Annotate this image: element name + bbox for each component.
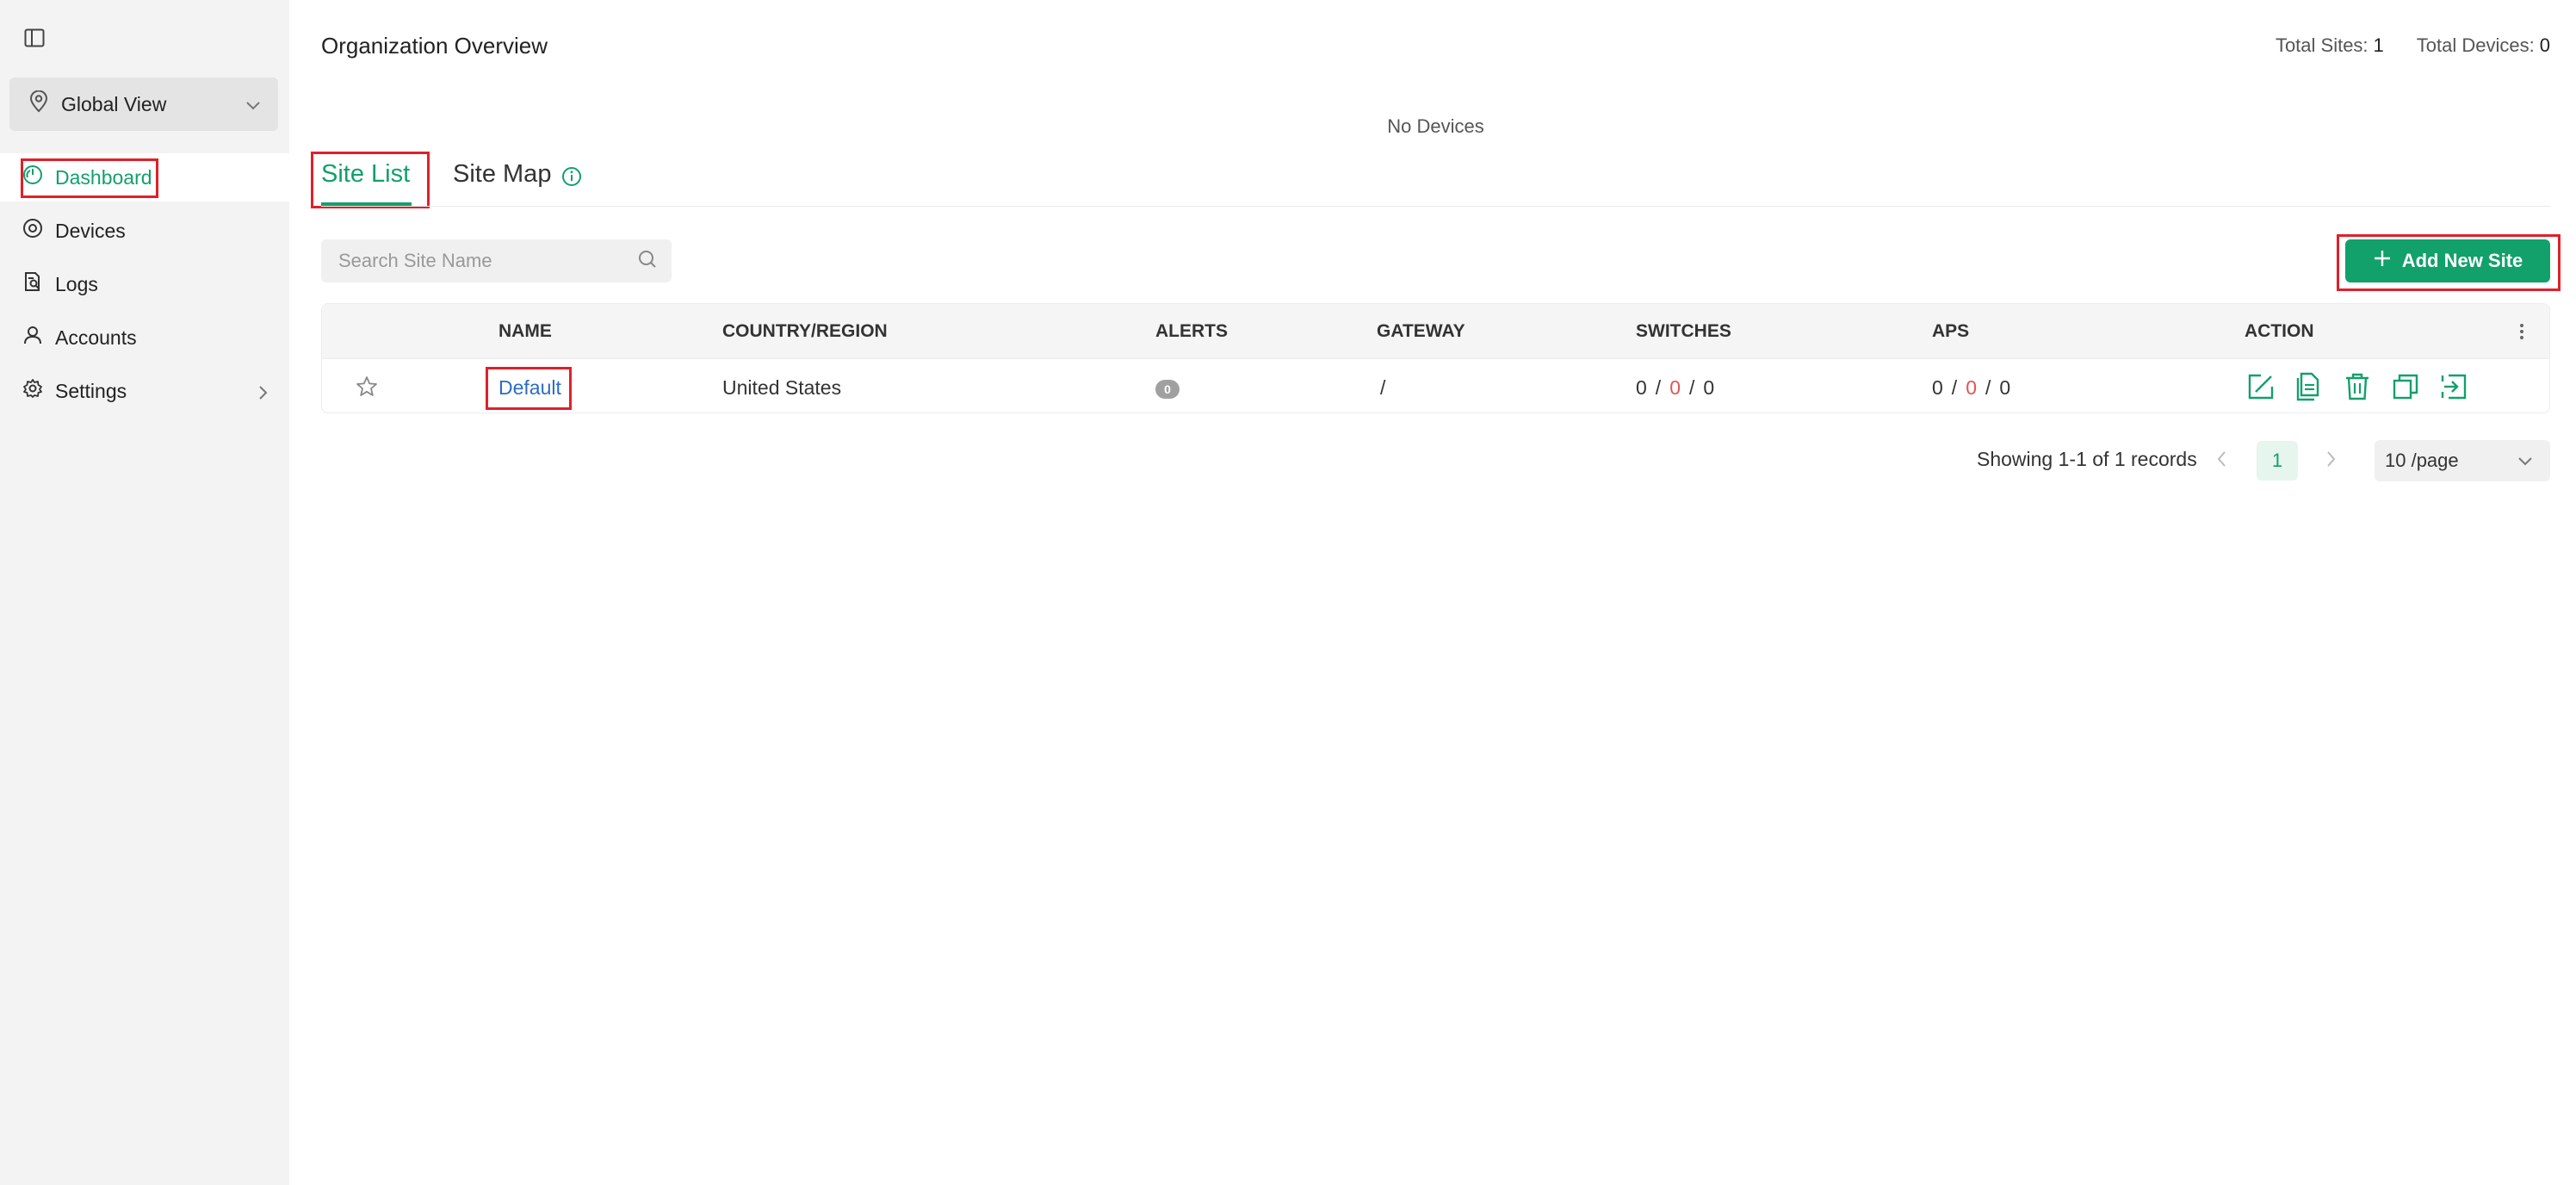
tab-site-map[interactable]: Site Map — [453, 160, 582, 203]
total-devices: Total Devices: 0 — [2416, 34, 2550, 56]
no-devices-text: No Devices — [1387, 115, 1484, 137]
page-size-select[interactable]: 10 /page — [2375, 440, 2550, 481]
tab-label: Site Map — [453, 160, 552, 188]
column-header-name[interactable]: NAME — [498, 321, 552, 342]
column-header-gateway[interactable]: GATEWAY — [1377, 321, 1465, 342]
chevron-down-icon — [2517, 450, 2533, 472]
add-new-site-button[interactable]: Add New Site — [2345, 239, 2550, 282]
tab-label: Site List — [321, 160, 411, 188]
sidebar-item-label: Devices — [55, 219, 126, 242]
site-aps: 0/0/0 — [1932, 376, 2011, 399]
site-gateway: / — [1380, 376, 1386, 399]
sidebar-item-label: Dashboard — [55, 165, 152, 189]
user-icon — [22, 325, 43, 351]
alerts-badge[interactable]: 0 — [1155, 380, 1180, 399]
scope-select-label: Global View — [61, 92, 167, 115]
site-switches: 0/0/0 — [1636, 376, 1715, 399]
column-header-action: ACTION — [2245, 321, 2314, 341]
plus-icon — [2373, 249, 2392, 273]
sidebar-item-dashboard[interactable]: Dashboard — [0, 153, 289, 202]
row-actions — [2245, 371, 2469, 402]
site-table: NAME COUNTRY/REGION ALERTS GATEWAY SWITC… — [321, 303, 2550, 413]
enter-site-icon[interactable] — [2438, 371, 2469, 402]
scope-select[interactable]: Global View — [9, 78, 278, 131]
logs-icon — [22, 271, 43, 297]
site-alerts: 0 — [1155, 376, 1180, 400]
pagination-info: Showing 1-1 of 1 records — [1977, 448, 2197, 470]
document-icon[interactable] — [2294, 371, 2325, 402]
total-sites: Total Sites: 1 — [2275, 34, 2384, 56]
page-title: Organization Overview — [321, 33, 548, 59]
location-pin-icon — [28, 90, 49, 118]
add-new-site-label: Add New Site — [2401, 250, 2523, 271]
copy-icon[interactable] — [2390, 371, 2421, 402]
aps-offline: 0 — [1966, 376, 1977, 399]
totals-summary: Total Sites: 1 Total Devices: 0 — [2276, 34, 2550, 57]
prev-page-icon[interactable] — [2216, 450, 2228, 474]
sidebar-item-settings[interactable]: Settings — [0, 367, 289, 415]
aps-total: 0 — [1999, 376, 2011, 399]
dashboard-icon — [22, 164, 43, 190]
switches-online: 0 — [1636, 376, 1647, 399]
search-input[interactable] — [338, 250, 637, 272]
search-icon[interactable] — [637, 249, 658, 274]
site-name-link[interactable]: Default — [498, 376, 561, 400]
table-header: NAME COUNTRY/REGION ALERTS GATEWAY SWITC… — [322, 304, 2549, 359]
column-header-country[interactable]: COUNTRY/REGION — [722, 321, 888, 342]
devices-icon — [22, 218, 43, 244]
table-row: Default United States 0 / 0/0/0 0/0/0 — [322, 359, 2549, 413]
gear-icon — [22, 378, 43, 404]
page-number-current[interactable]: 1 — [2257, 441, 2298, 481]
chevron-down-icon — [245, 93, 261, 116]
favorite-star-icon[interactable] — [355, 375, 379, 403]
column-header-aps[interactable]: APS — [1932, 321, 1969, 342]
column-header-switches[interactable]: SWITCHES — [1636, 321, 1731, 342]
sidebar-item-label: Accounts — [55, 326, 137, 349]
chevron-right-icon — [258, 382, 269, 406]
aps-online: 0 — [1932, 376, 1943, 399]
column-header-alerts[interactable]: ALERTS — [1155, 321, 1228, 342]
edit-icon[interactable] — [2245, 371, 2276, 402]
sidebar-item-label: Logs — [55, 272, 98, 295]
next-page-icon[interactable] — [2325, 450, 2337, 474]
tab-site-list[interactable]: Site List — [321, 160, 410, 203]
sidebar-item-devices[interactable]: Devices — [0, 207, 289, 255]
switches-total: 0 — [1703, 376, 1715, 399]
trash-icon[interactable] — [2342, 371, 2373, 402]
column-settings-icon[interactable] — [2518, 321, 2525, 346]
sidebar: Global View Dashboard Devices Logs Accou… — [0, 0, 289, 1185]
sidebar-item-logs[interactable]: Logs — [0, 260, 289, 308]
sidebar-toggle-icon[interactable] — [22, 26, 46, 50]
sidebar-item-label: Settings — [55, 379, 127, 402]
tabs-divider — [321, 206, 2550, 207]
page-size-value: 10 /page — [2385, 450, 2459, 471]
switches-offline: 0 — [1669, 376, 1681, 399]
sidebar-item-accounts[interactable]: Accounts — [0, 313, 289, 362]
site-country: United States — [722, 376, 842, 399]
site-search — [321, 239, 672, 282]
info-icon[interactable] — [561, 165, 582, 194]
